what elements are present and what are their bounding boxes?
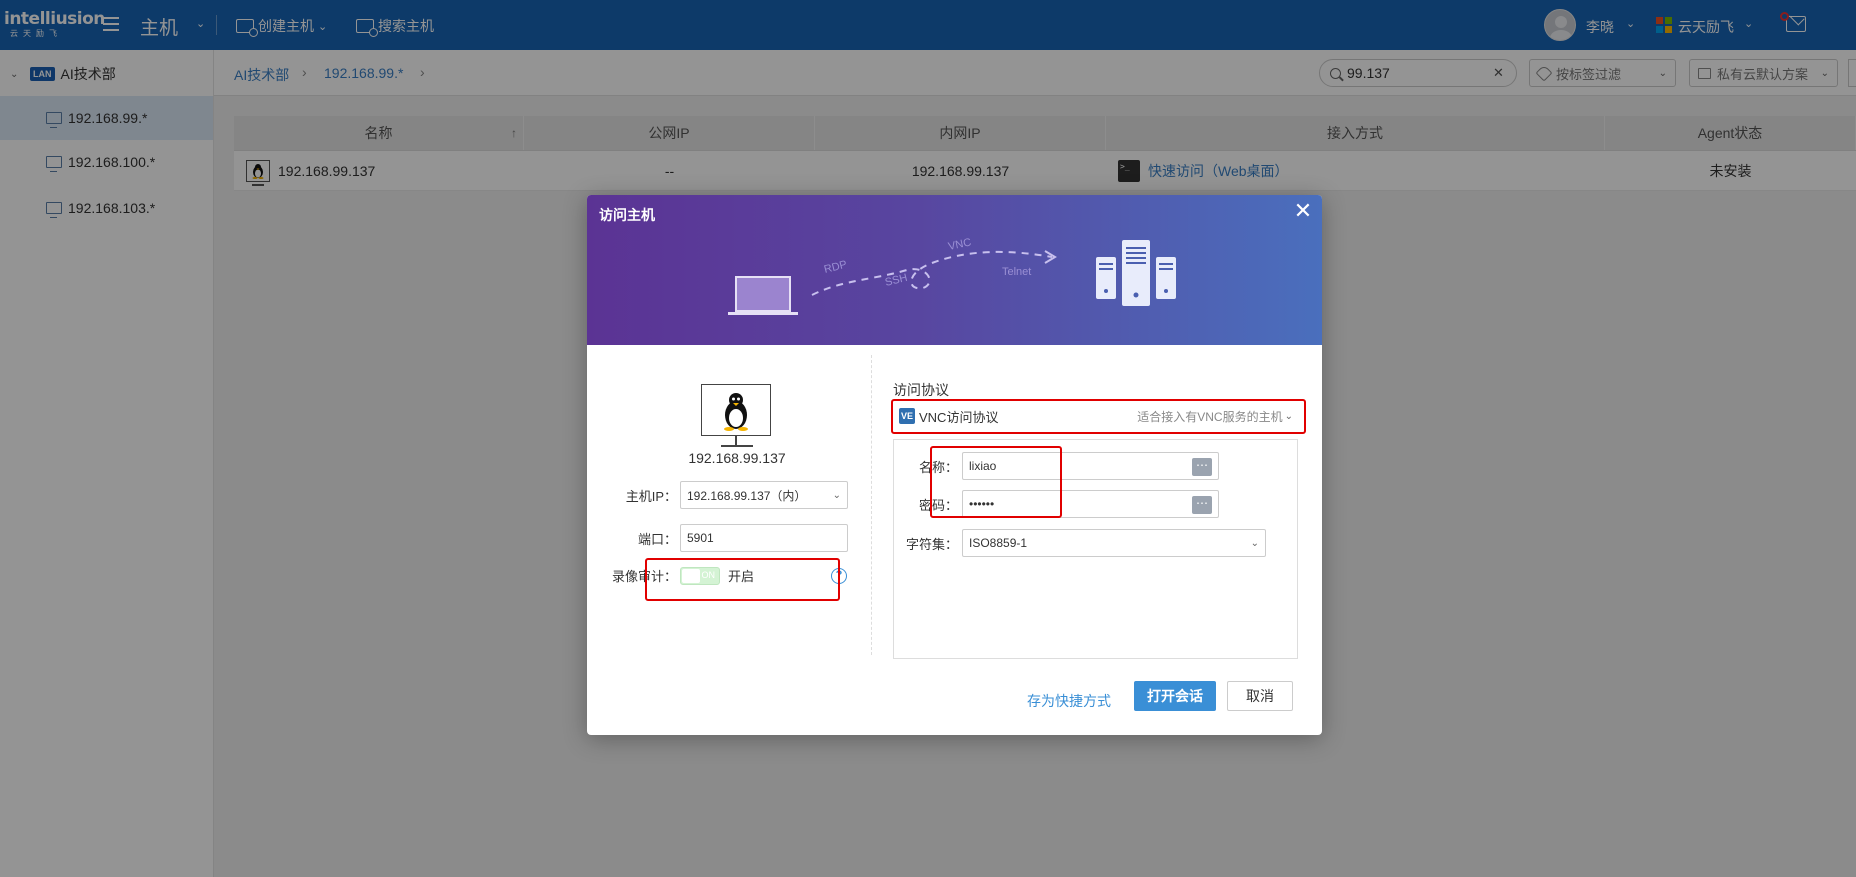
close-icon[interactable]: ✕ (1292, 200, 1314, 222)
banner-label-telnet: Telnet (1002, 266, 1031, 278)
port-label: 端口： (637, 531, 677, 547)
host-ip-row: 主机IP： 192.168.99.137（内） ⌄ (607, 481, 848, 509)
save-shortcut-button[interactable]: 存为快捷方式 (1027, 691, 1111, 711)
protocol-label: 访问协议 (893, 382, 949, 398)
host-info-panel: 192.168.99.137 主机IP： 192.168.99.137（内） ⌄… (587, 355, 872, 655)
banner-label-vnc: VNC (947, 236, 972, 253)
host-ip-select-value: 192.168.99.137（内） (687, 488, 807, 503)
vnc-icon: VE (899, 408, 915, 424)
server-icon (1096, 240, 1176, 306)
dialog-title: 访问主机 (599, 207, 655, 223)
more-icon[interactable]: ⋯ (1192, 496, 1212, 514)
record-audit-row: 录像审计： ON 开启 ? (607, 566, 848, 585)
port-row: 端口： 5901 (607, 524, 848, 552)
host-ip-title: 192.168.99.137 (688, 450, 786, 466)
password-label: 密码： (918, 497, 958, 513)
username-row: 名称： lixiao ⋯ (894, 452, 1219, 480)
password-row: 密码： •••••• ⋯ (894, 490, 1219, 518)
toggle-on-label: ON (701, 569, 716, 580)
chevron-down-icon: ⌄ (1284, 410, 1293, 422)
password-input[interactable]: •••••• ⋯ (962, 490, 1219, 518)
protocol-settings: 名称： lixiao ⋯ 密码： •••••• ⋯ 字符集： ISO8859-1… (893, 439, 1298, 659)
protocol-select-value: VNC访问协议 (919, 409, 999, 425)
banner-label-rdp: RDP (823, 259, 848, 276)
charset-select[interactable]: ISO8859-1 ⌄ (962, 529, 1266, 557)
charset-row: 字符集： ISO8859-1 ⌄ (894, 529, 1266, 557)
username-input[interactable]: lixiao ⋯ (962, 452, 1219, 480)
record-audit-state: 开启 (728, 569, 755, 584)
record-audit-toggle[interactable]: ON (680, 566, 720, 585)
host-ip-label: 主机IP： (625, 488, 677, 504)
laptop-icon (735, 276, 791, 312)
password-value: •••••• (969, 497, 995, 511)
chevron-down-icon: ⌄ (832, 489, 841, 501)
host-ip-select[interactable]: 192.168.99.137（内） ⌄ (680, 481, 848, 509)
connection-illustration: RDP SSH VNC Telnet (728, 236, 1176, 315)
charset-label: 字符集： (905, 536, 958, 552)
charset-value: ISO8859-1 (969, 536, 1028, 550)
linux-monitor-icon (701, 384, 771, 447)
open-session-button[interactable]: 打开会话 (1134, 681, 1216, 711)
protocol-select[interactable]: VE VNC访问协议 适合接入有VNC服务的主机 ⌄ (891, 402, 1301, 430)
cancel-button[interactable]: 取消 (1227, 681, 1293, 711)
port-input[interactable]: 5901 (680, 524, 848, 552)
record-audit-label: 录像审计： (611, 569, 677, 584)
more-icon[interactable]: ⋯ (1192, 458, 1212, 476)
username-label: 名称： (918, 459, 958, 475)
dialog-banner: RDP SSH VNC Telnet 访问主机 ✕ (587, 195, 1322, 345)
username-value: lixiao (969, 459, 997, 473)
protocol-hint: 适合接入有VNC服务的主机 (1137, 409, 1283, 424)
help-icon[interactable]: ? (831, 567, 848, 584)
access-host-dialog: RDP SSH VNC Telnet 访问主机 ✕ 192.168.99.137… (587, 195, 1322, 735)
chevron-down-icon: ⌄ (1250, 537, 1259, 549)
